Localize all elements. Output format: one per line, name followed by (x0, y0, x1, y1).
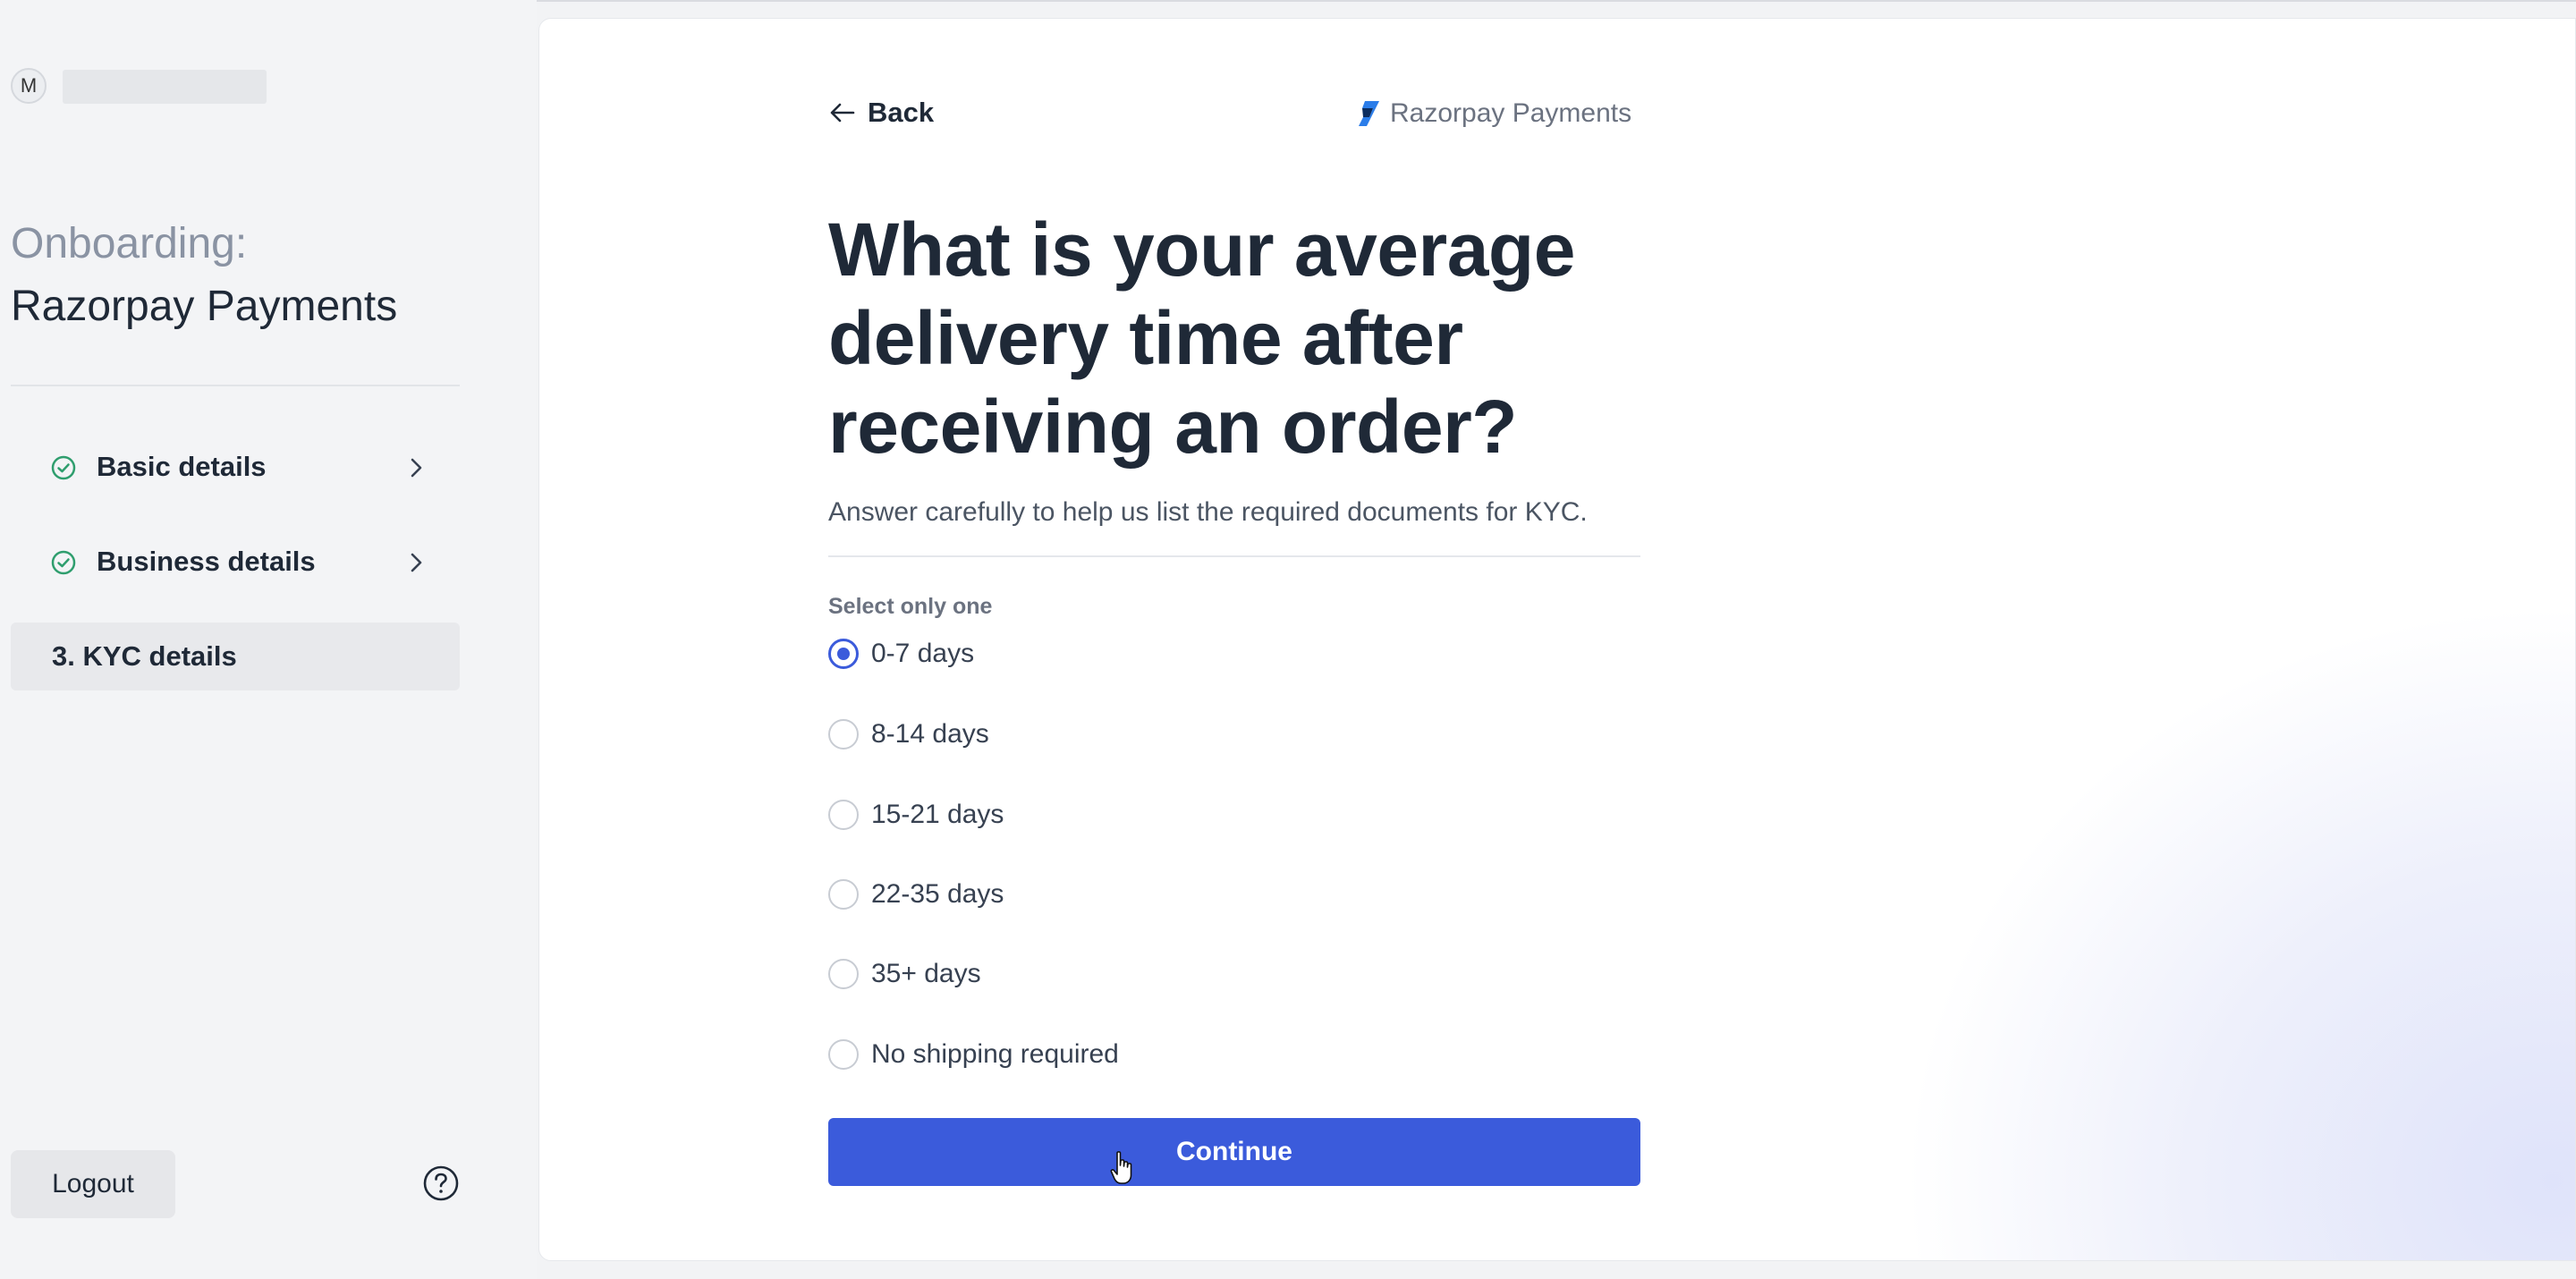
radio-button[interactable] (828, 719, 859, 750)
radio-option-0-7-days[interactable]: 0-7 days (828, 631, 974, 676)
radio-option-no-shipping[interactable]: No shipping required (828, 1032, 1119, 1077)
logout-button[interactable]: Logout (11, 1150, 175, 1218)
razorpay-logo-icon (1359, 101, 1379, 126)
radio-button[interactable] (828, 639, 859, 669)
radio-option-22-35-days[interactable]: 22-35 days (828, 872, 1004, 917)
sidebar-item-kyc-details[interactable]: 3. KYC details (11, 623, 460, 690)
check-circle-icon (51, 550, 76, 575)
select-hint: Select only one (828, 594, 993, 619)
user-name-redacted (63, 70, 267, 104)
hand-pointer-cursor-icon (1110, 1151, 1132, 1184)
back-link[interactable]: Back (828, 97, 934, 129)
radio-option-15-21-days[interactable]: 15-21 days (828, 792, 1004, 837)
radio-option-label: 8-14 days (871, 719, 989, 749)
radio-option-label: 0-7 days (871, 639, 975, 668)
chevron-right-icon (411, 458, 422, 478)
radio-button[interactable] (828, 959, 859, 989)
check-circle-icon (51, 455, 76, 480)
question-circle-icon[interactable] (422, 1165, 460, 1202)
onboarding-label: Onboarding: (11, 220, 248, 267)
chevron-right-icon (411, 553, 422, 572)
sidebar-item-label: Basic details (97, 451, 267, 482)
sidebar-item-basic-details[interactable]: Basic details (11, 433, 460, 501)
sidebar: M Onboarding: Razorpay Payments Basic de… (0, 0, 537, 1279)
sidebar-divider (11, 385, 460, 386)
radio-option-8-14-days[interactable]: 8-14 days (828, 712, 989, 757)
radio-option-35-plus-days[interactable]: 35+ days (828, 952, 981, 996)
sidebar-item-label: Business details (97, 546, 316, 577)
radio-button[interactable] (828, 800, 859, 830)
question-subtitle: Answer carefully to help us list the req… (828, 497, 1588, 527)
radio-option-label: 15-21 days (871, 800, 1004, 829)
brand-name: Razorpay Payments (1390, 98, 1632, 128)
radio-button[interactable] (828, 1039, 859, 1070)
sidebar-item-business-details[interactable]: Business details (11, 528, 460, 596)
brand: Razorpay Payments (1356, 98, 1631, 129)
question-heading: What is your average delivery time after… (828, 208, 1575, 469)
radio-option-label: 22-35 days (871, 879, 1004, 909)
avatar[interactable]: M (11, 68, 47, 104)
content-divider (828, 555, 1640, 557)
onboarding-product-name: Razorpay Payments (11, 283, 398, 330)
sidebar-item-label: 3. KYC details (52, 640, 237, 672)
arrow-left-icon (830, 103, 855, 123)
back-label: Back (868, 97, 935, 128)
radio-option-label: No shipping required (871, 1039, 1119, 1069)
radio-option-label: 35+ days (871, 959, 981, 988)
continue-button[interactable]: Continue (828, 1118, 1640, 1186)
radio-button[interactable] (828, 879, 859, 910)
